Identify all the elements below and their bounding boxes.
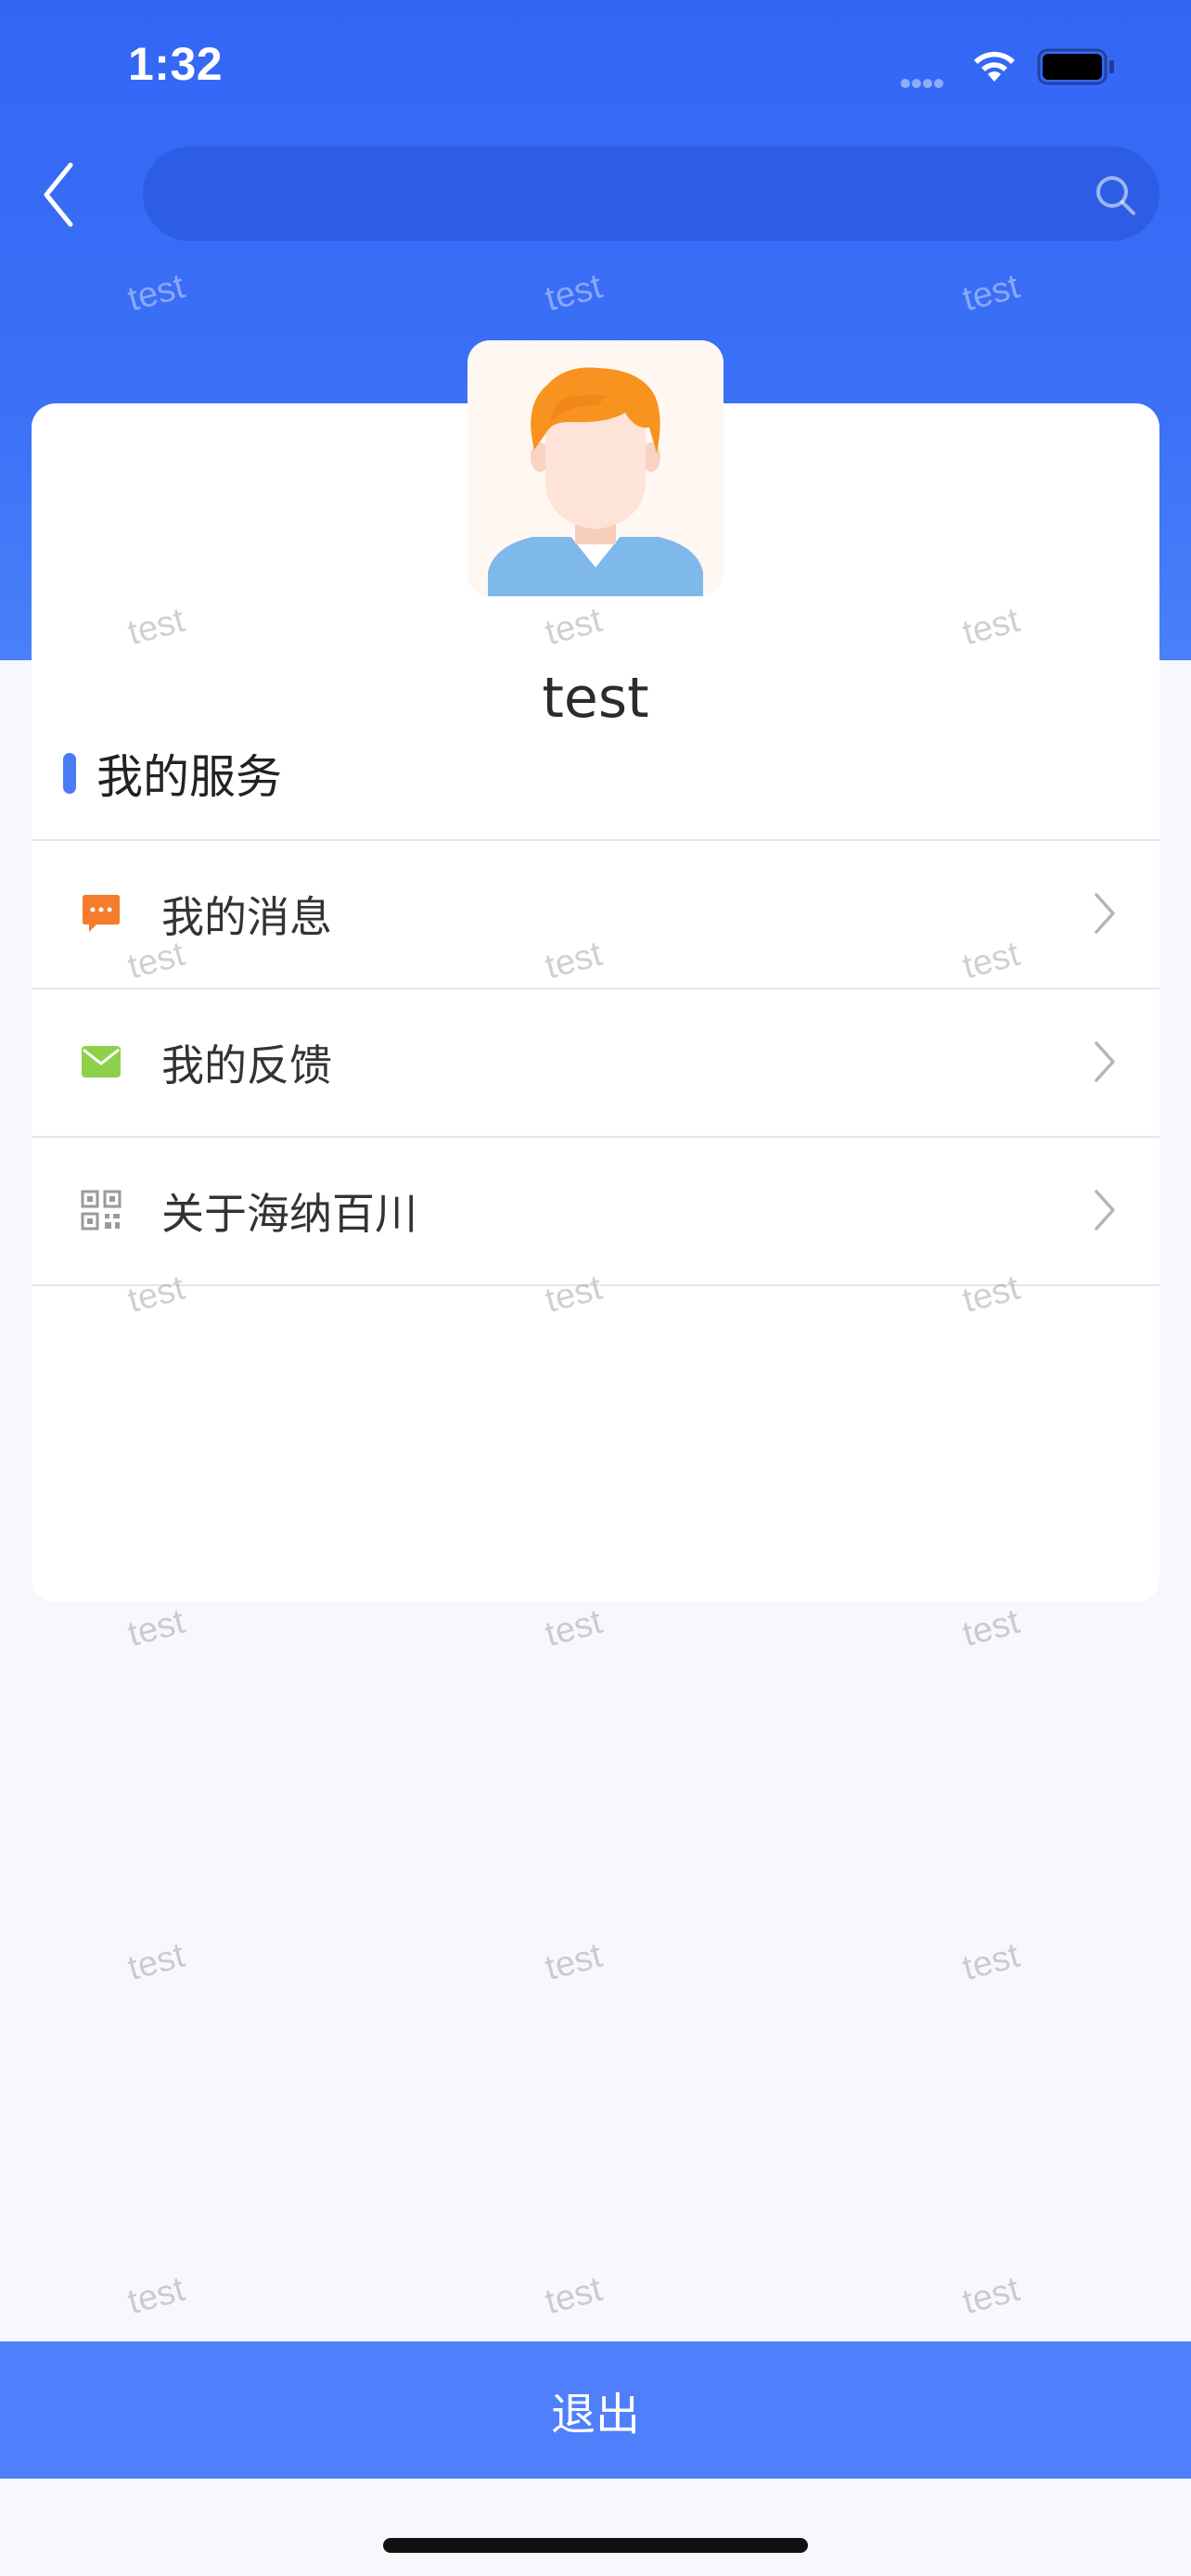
section-title: 我的服务 xyxy=(96,750,282,804)
watermark: test xyxy=(541,2269,607,2323)
search-input[interactable] xyxy=(180,147,1074,243)
watermark: test xyxy=(123,1935,189,1989)
logout-button[interactable]: 退出 xyxy=(0,2341,1191,2479)
watermark: test xyxy=(958,1601,1024,1655)
watermark: test xyxy=(541,1935,607,1989)
menu-item-label: 我的消息 xyxy=(161,892,332,942)
avatar-illustration xyxy=(488,367,703,596)
chevron-right-icon xyxy=(1095,893,1115,934)
section-marker xyxy=(63,753,76,794)
battery-icon xyxy=(1037,48,1114,85)
search-bar[interactable] xyxy=(143,147,1159,243)
watermark: test xyxy=(123,2269,189,2323)
back-arrow-icon[interactable] xyxy=(39,159,85,230)
watermark: test xyxy=(958,2269,1024,2323)
watermark: test xyxy=(541,1601,607,1655)
menu-item-about[interactable]: 关于海纳百川 xyxy=(32,1136,1159,1286)
status-bar: 1:32 xyxy=(0,0,1191,130)
menu-item-label: 关于海纳百川 xyxy=(161,1189,417,1239)
username: test xyxy=(542,666,649,731)
home-indicator[interactable] xyxy=(383,2538,808,2553)
search-icon[interactable] xyxy=(1093,172,1137,217)
qrcode-icon xyxy=(81,1190,122,1231)
cellular-signal-icon xyxy=(901,74,945,92)
menu-item-feedback[interactable]: 我的反馈 xyxy=(32,988,1159,1136)
status-time: 1:32 xyxy=(128,38,224,90)
menu-item-messages[interactable]: 我的消息 xyxy=(32,839,1159,988)
wifi-icon xyxy=(974,51,1015,82)
nav-bar xyxy=(0,139,1191,250)
watermark: test xyxy=(958,1935,1024,1989)
message-icon xyxy=(83,895,120,932)
chevron-right-icon xyxy=(1095,1041,1115,1082)
mail-icon xyxy=(82,1046,121,1078)
avatar[interactable] xyxy=(467,340,724,596)
watermark: test xyxy=(123,1601,189,1655)
service-menu: 我的消息 我的反馈 关于海纳百川 xyxy=(32,839,1159,1286)
chevron-right-icon xyxy=(1095,1190,1115,1231)
menu-item-label: 我的反馈 xyxy=(161,1040,332,1090)
